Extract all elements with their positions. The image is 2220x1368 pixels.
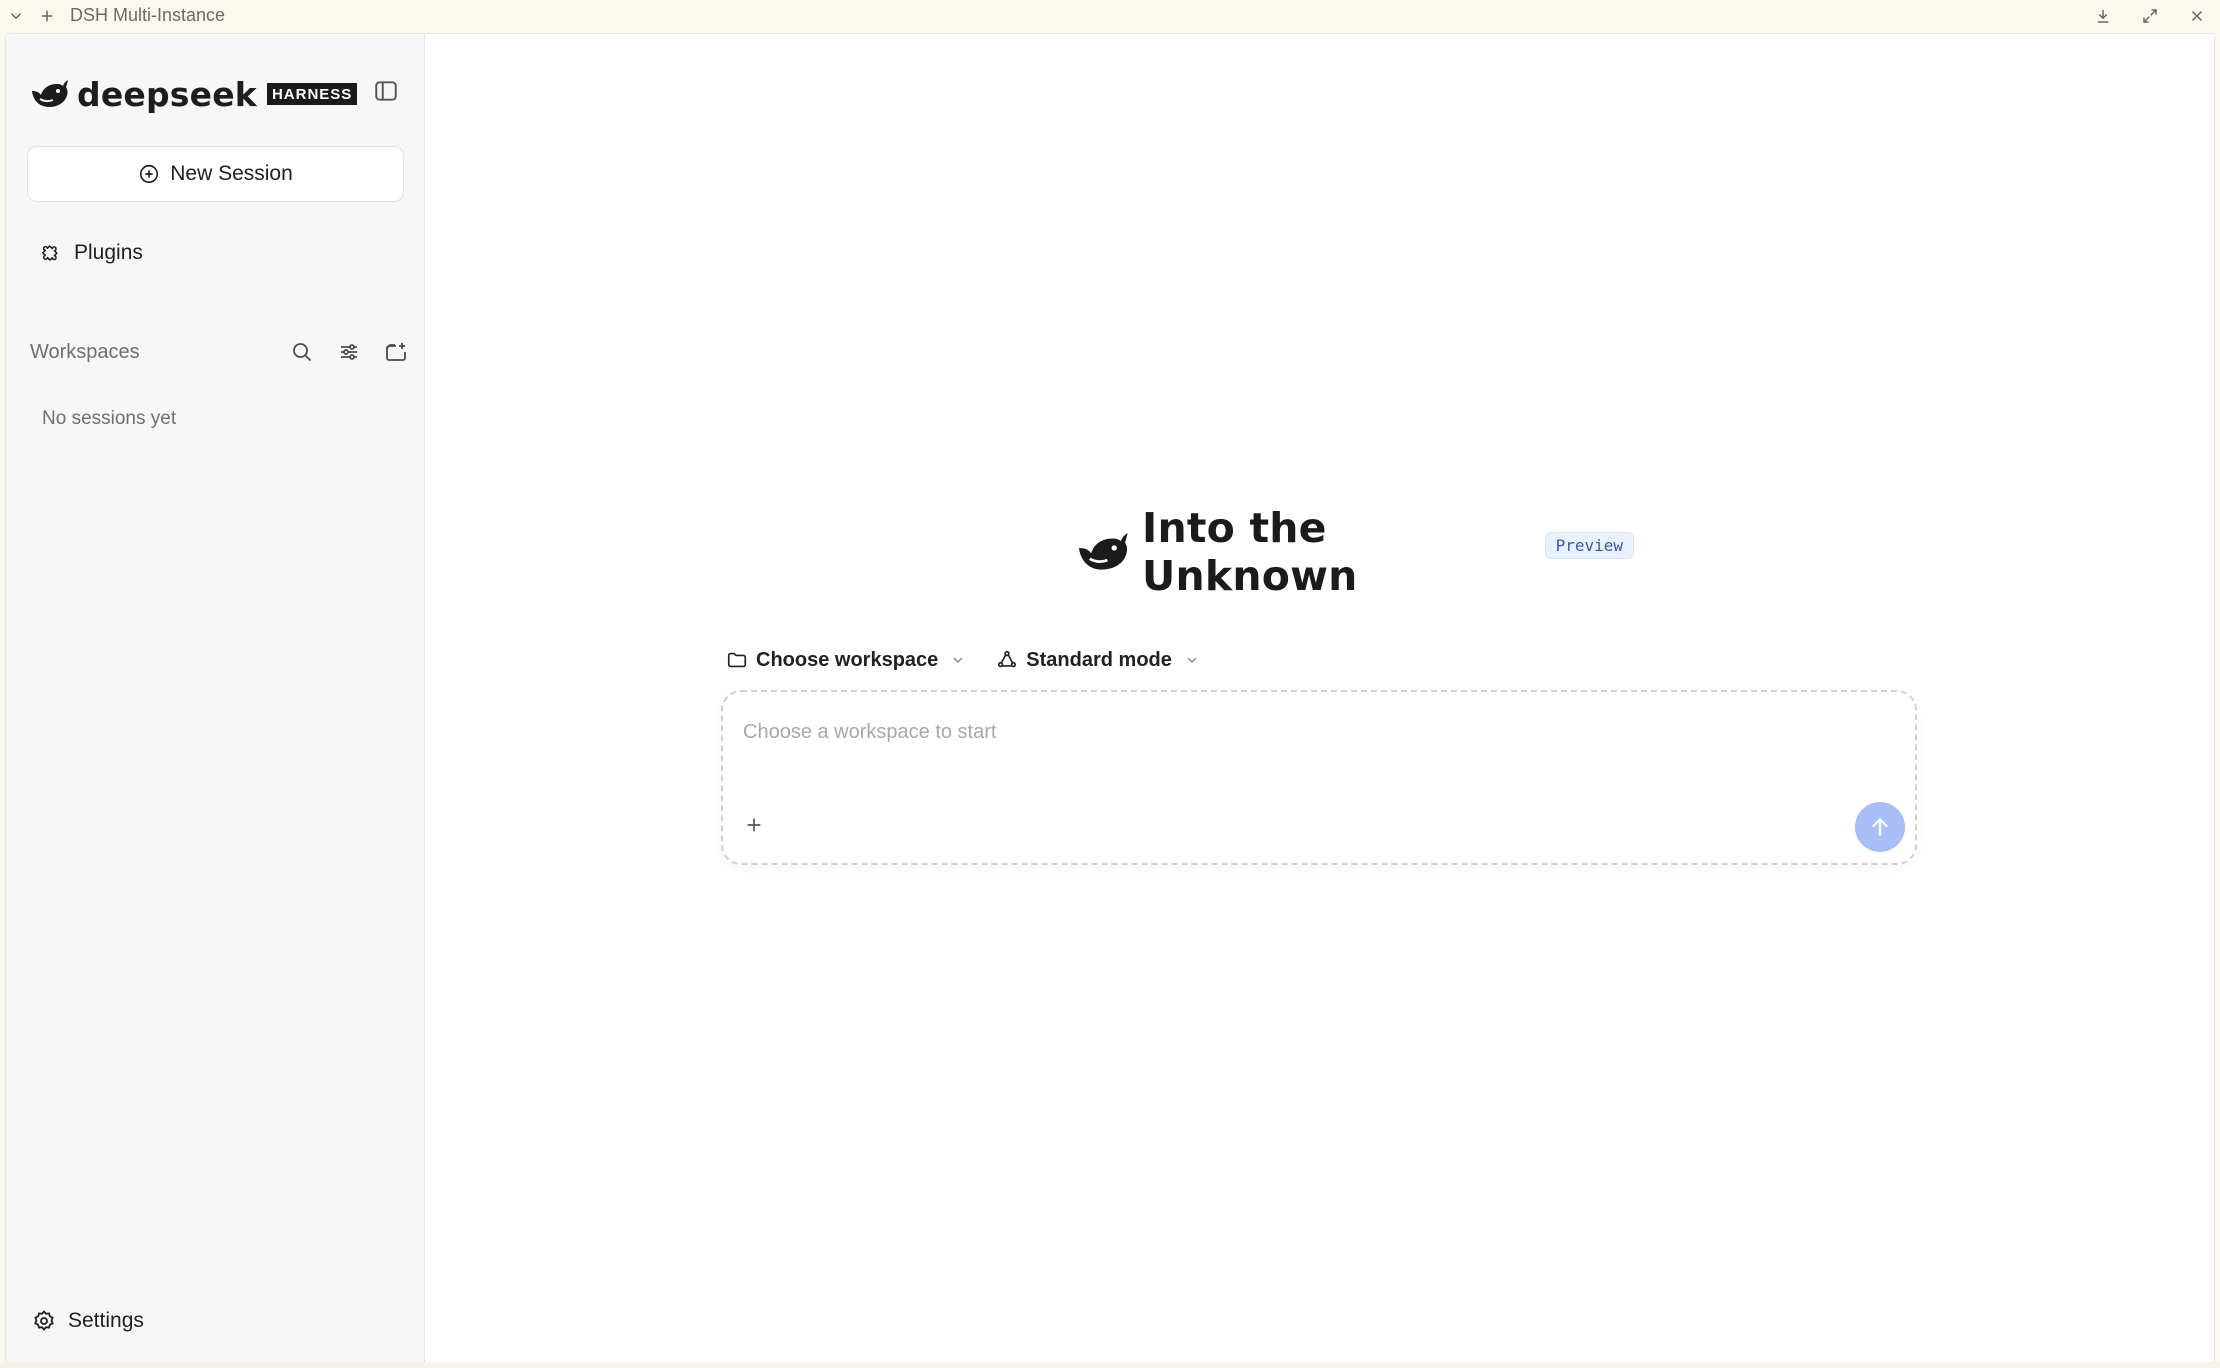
download-icon[interactable]: [2079, 0, 2126, 31]
chevron-down-icon: [953, 657, 963, 663]
composer-selectors: Choose workspace Standard mode: [726, 642, 1200, 678]
brand-logo: deepseek HARNESS: [29, 74, 358, 114]
whale-icon: [29, 77, 69, 111]
folder-icon: [727, 652, 747, 668]
sidebar-item-plugins[interactable]: Plugins: [38, 234, 143, 272]
send-button[interactable]: [1855, 802, 1905, 852]
attach-plus-icon[interactable]: [737, 808, 771, 842]
gear-icon: [34, 1310, 54, 1331]
puzzle-icon: [42, 245, 58, 261]
chevron-down-icon[interactable]: [0, 0, 31, 31]
main-panel: Into the Unknown Preview Choose workspac…: [426, 34, 2214, 1362]
brand-name: deepseek: [77, 74, 257, 114]
plus-icon[interactable]: [31, 0, 62, 31]
filter-sliders-icon[interactable]: [335, 334, 363, 370]
workspace-select-label: Choose workspace: [756, 648, 939, 671]
close-icon[interactable]: [2173, 0, 2220, 31]
message-composer: [721, 690, 1917, 865]
new-session-button[interactable]: New Session: [27, 146, 404, 202]
sidebar-item-settings[interactable]: Settings: [32, 1302, 144, 1340]
arrow-up-icon: [1872, 818, 1888, 836]
window-bottom-edge: [0, 1362, 2220, 1368]
chevron-down-icon: [1187, 657, 1197, 663]
mode-select[interactable]: Standard mode: [996, 649, 1200, 672]
page-title: Into the Unknown: [1142, 504, 1358, 600]
message-input[interactable]: [743, 714, 1823, 750]
empty-sessions-text: No sessions yet: [42, 408, 177, 429]
settings-label: Settings: [68, 1309, 144, 1332]
maximize-icon[interactable]: [2126, 0, 2173, 31]
search-icon[interactable]: [288, 334, 316, 370]
new-folder-icon[interactable]: [382, 334, 410, 370]
whale-icon: [1074, 529, 1130, 575]
window-title: DSH Multi-Instance: [70, 5, 226, 25]
sidebar: deepseek HARNESS New Session Plugins Wor…: [6, 34, 425, 1362]
workspace-select[interactable]: Choose workspace: [726, 649, 966, 672]
plus-circle-icon: [140, 164, 159, 184]
app-window: deepseek HARNESS New Session Plugins Wor…: [6, 34, 2214, 1362]
mode-select-label: Standard mode: [1026, 648, 1172, 671]
hero-heading: Into the Unknown Preview: [1074, 504, 1634, 600]
brand-tag: HARNESS: [266, 83, 358, 105]
mode-cycle-icon: [998, 650, 1017, 668]
window-titlebar: DSH Multi-Instance: [0, 0, 2220, 31]
new-session-label: New Session: [170, 162, 293, 185]
workspaces-title: Workspaces: [30, 340, 140, 363]
preview-badge: Preview: [1544, 531, 1634, 559]
plugins-label: Plugins: [74, 241, 143, 264]
workspaces-header: Workspaces: [30, 334, 410, 370]
sidebar-toggle-icon[interactable]: [370, 75, 402, 107]
